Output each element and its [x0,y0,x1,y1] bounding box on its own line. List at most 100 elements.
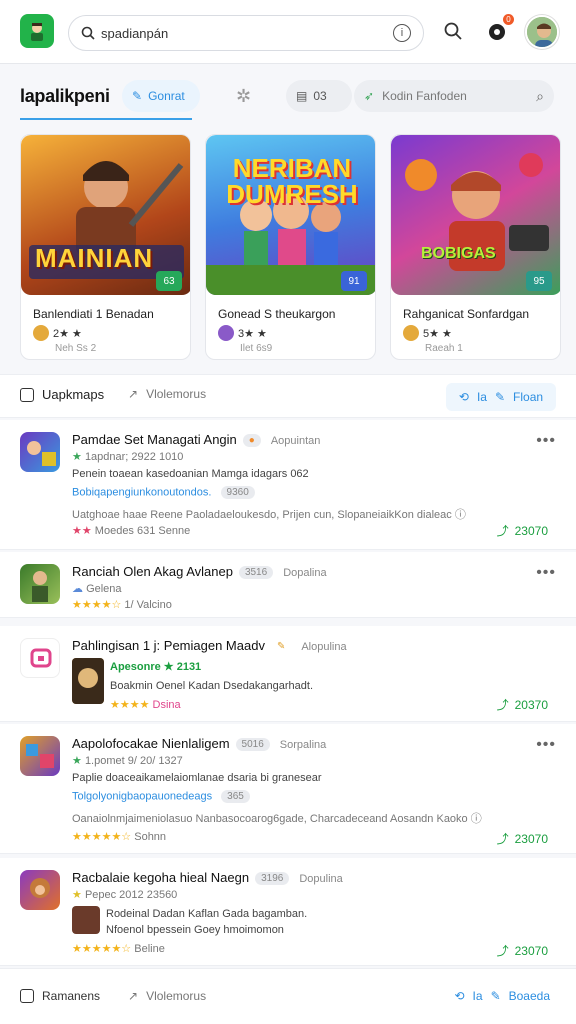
search-button[interactable] [440,18,466,44]
app-logo[interactable] [20,14,54,48]
item-detail: Uatghoae haae Reene Paoladaeloukesdo, Pr… [72,506,466,522]
puzzle-game-icon [26,744,54,768]
download-count: 23070 [514,943,548,958]
item-category: Dopulina [299,873,343,885]
item-meta-text: 1apdnar; 2922 1010 [84,451,184,463]
featured-card-rating: 2★ ★ [33,325,82,341]
more-icon[interactable]: ••• [536,432,556,450]
item-meta: ☁ Gelena [72,582,122,595]
download-icon: ⤴ [496,698,509,712]
character-thumbnail-icon [72,658,104,704]
item-stars: ★★★★★☆ Beline [72,943,165,955]
search-input[interactable] [101,25,393,41]
chat-icon [30,648,52,668]
tab-pill-gray[interactable]: ▤ 03 [286,80,352,112]
download-button[interactable]: ⤴ 20370 [497,696,548,713]
item-title-row: Racbalaie kegoha hieal Naegn 3196 Dopulina [72,870,343,886]
item-link[interactable]: Tolgolyonigbaopauonedeags 365 [72,790,250,803]
list-item[interactable]: Racbalaie kegoha hieal Naegn 3196 Dopulina… [0,858,576,966]
featured-card-rating: 3★ ★ [218,325,267,341]
item-desc: Boakmin Oenel Kadan Dsedakangarhadt. [110,680,314,692]
more-icon[interactable]: ••• [536,736,556,754]
item-category: Aopuintan [270,435,321,447]
download-button[interactable]: ⤴ 23070 [497,830,548,847]
download-icon: ⤴ [496,944,509,958]
featured-card-art-text: BOBIGAS [421,245,496,262]
footer-tab-mid-label: Vlolemorus [146,989,207,1003]
featured-card[interactable]: NERIBAN DUMRESH 91 Gonead S theukargon 3… [205,134,376,360]
download-button[interactable]: ⤴ 23070 [497,942,548,959]
search-icon: ⌕ [536,87,544,104]
item-link-text: Tolgolyonigbaopauonedeags [72,790,213,803]
help-icon[interactable]: ⓘ [471,813,482,825]
list-item[interactable]: Aapolofocakae Nienlaligem 5016 Sorpalina •… [0,724,576,854]
item-title-row: Pahlingisan 1 j: Pemiagen Maadv ✎ Alopulin… [72,638,347,653]
featured-card[interactable]: MAINIAN 63 Banlendiati 1 Benadan 2★ ★ Ne… [20,134,191,360]
download-count: 20370 [514,697,548,712]
item-stars: ★★★★ Dsina [110,699,181,711]
monkey-game-icon [30,878,50,898]
notifications-button[interactable]: 0 [484,14,514,44]
item-meta: ★ 1apdnar; 2922 1010 [72,451,184,463]
footer-tab-mid[interactable]: ↗ Vlolemorus [128,989,206,1003]
featured-cards: MAINIAN 63 Banlendiati 1 Benadan 2★ ★ Ne… [20,134,561,364]
section-action[interactable]: ⟲ Ia ✎ Floan [446,383,556,411]
list-item[interactable]: Ranciah Olen Akag Avlanep 3516 Dopalina ••… [0,552,576,618]
item-link-chip: 9360 [220,486,255,499]
square-icon [20,387,34,402]
square-icon [20,989,34,1003]
app-icon [20,432,60,472]
sparkle-icon[interactable]: ✲ [236,86,251,107]
featured-card-sub: Raeah 1 [425,343,463,354]
coin-icon [403,325,419,341]
item-tag: ✎ [276,641,286,653]
item-meta: ★ Pepec 2012 23560 [72,889,178,901]
section-action-b: Floan [513,390,544,404]
item-tag: 3516 [238,566,274,580]
footer-tab-left[interactable]: Ramanens [20,989,100,1003]
footer-action-b: Boaeda [508,989,550,1003]
featured-card-sub: Neh Ss 2 [55,343,97,354]
trend-icon: ↗ [128,989,139,1003]
tab-pill-blue[interactable]: ✎ Gonrat [122,80,200,112]
item-thumbnail [72,658,104,704]
item-title: Pamdae Set Managati Angin [72,432,237,447]
item-category: Dopalina [283,567,327,579]
list-item[interactable]: Pahlingisan 1 j: Pemiagen Maadv ✎ Alopulin… [0,626,576,722]
item-meta-text: Pepec 2012 23560 [84,889,178,901]
search-bar[interactable]: i [68,15,424,51]
tab-title[interactable]: lapalikpeni [20,86,110,107]
help-icon[interactable]: ⓘ [455,509,466,521]
featured-card-sub: Ilet 6s9 [240,343,273,354]
footer-action[interactable]: ⟲ Ia ✎ Boaeda [454,989,550,1003]
item-link[interactable]: Bobiqapengiunkonoutondos. 9360 [72,486,255,499]
more-icon[interactable]: ••• [536,564,556,582]
section-tab-trending[interactable]: ↗ Vlolemorus [128,387,206,401]
download-count: 23070 [514,831,548,846]
item-stars: ★★★★☆ 1/ Valcino [72,599,172,611]
featured-card-badge: 63 [156,271,182,291]
item-title: Racbalaie kegoha hieal Naegn [72,870,250,885]
cloud-icon: ☁ [72,583,83,595]
item-title-row: Ranciah Olen Akag Avlanep 3516 Dopalina [72,564,327,580]
search-icon [81,26,95,40]
info-icon[interactable]: i [393,24,411,42]
avatar[interactable] [525,15,559,49]
featured-card-art-text: NERIBAN DUMRESH [226,153,358,209]
featured-card[interactable]: BOBIGAS 95 Rahganicat Sonfardgan 5★ ★ Ra… [390,134,561,360]
item-tag: 3196 [255,872,290,886]
app-icon [20,870,60,910]
item-title: Aapolofocakae Nienlaligem [72,736,230,751]
footer-action-a: Ia [472,989,483,1003]
tab-pill-blue-label: Gonrat [148,89,185,103]
tab-pill-search[interactable]: ➶ Kodin Fanfoden ⌕ [354,80,554,112]
list-item[interactable]: Pamdae Set Managati Angin ● Aopuintan ••• … [0,420,576,550]
download-button[interactable]: ⤴ 23070 [497,522,548,539]
section-tab-trending-label: Vlolemorus [146,387,207,401]
footer-tab-left-label: Ramanens [42,989,101,1003]
section-tab-apps[interactable]: Uapkmaps [20,387,104,402]
item-tag: 5016 [235,738,270,752]
pen-icon: ✎ [494,390,506,404]
list-icon: ▤ [296,89,308,103]
item-stars: ★★ Moedes 631 Senne [72,525,191,537]
